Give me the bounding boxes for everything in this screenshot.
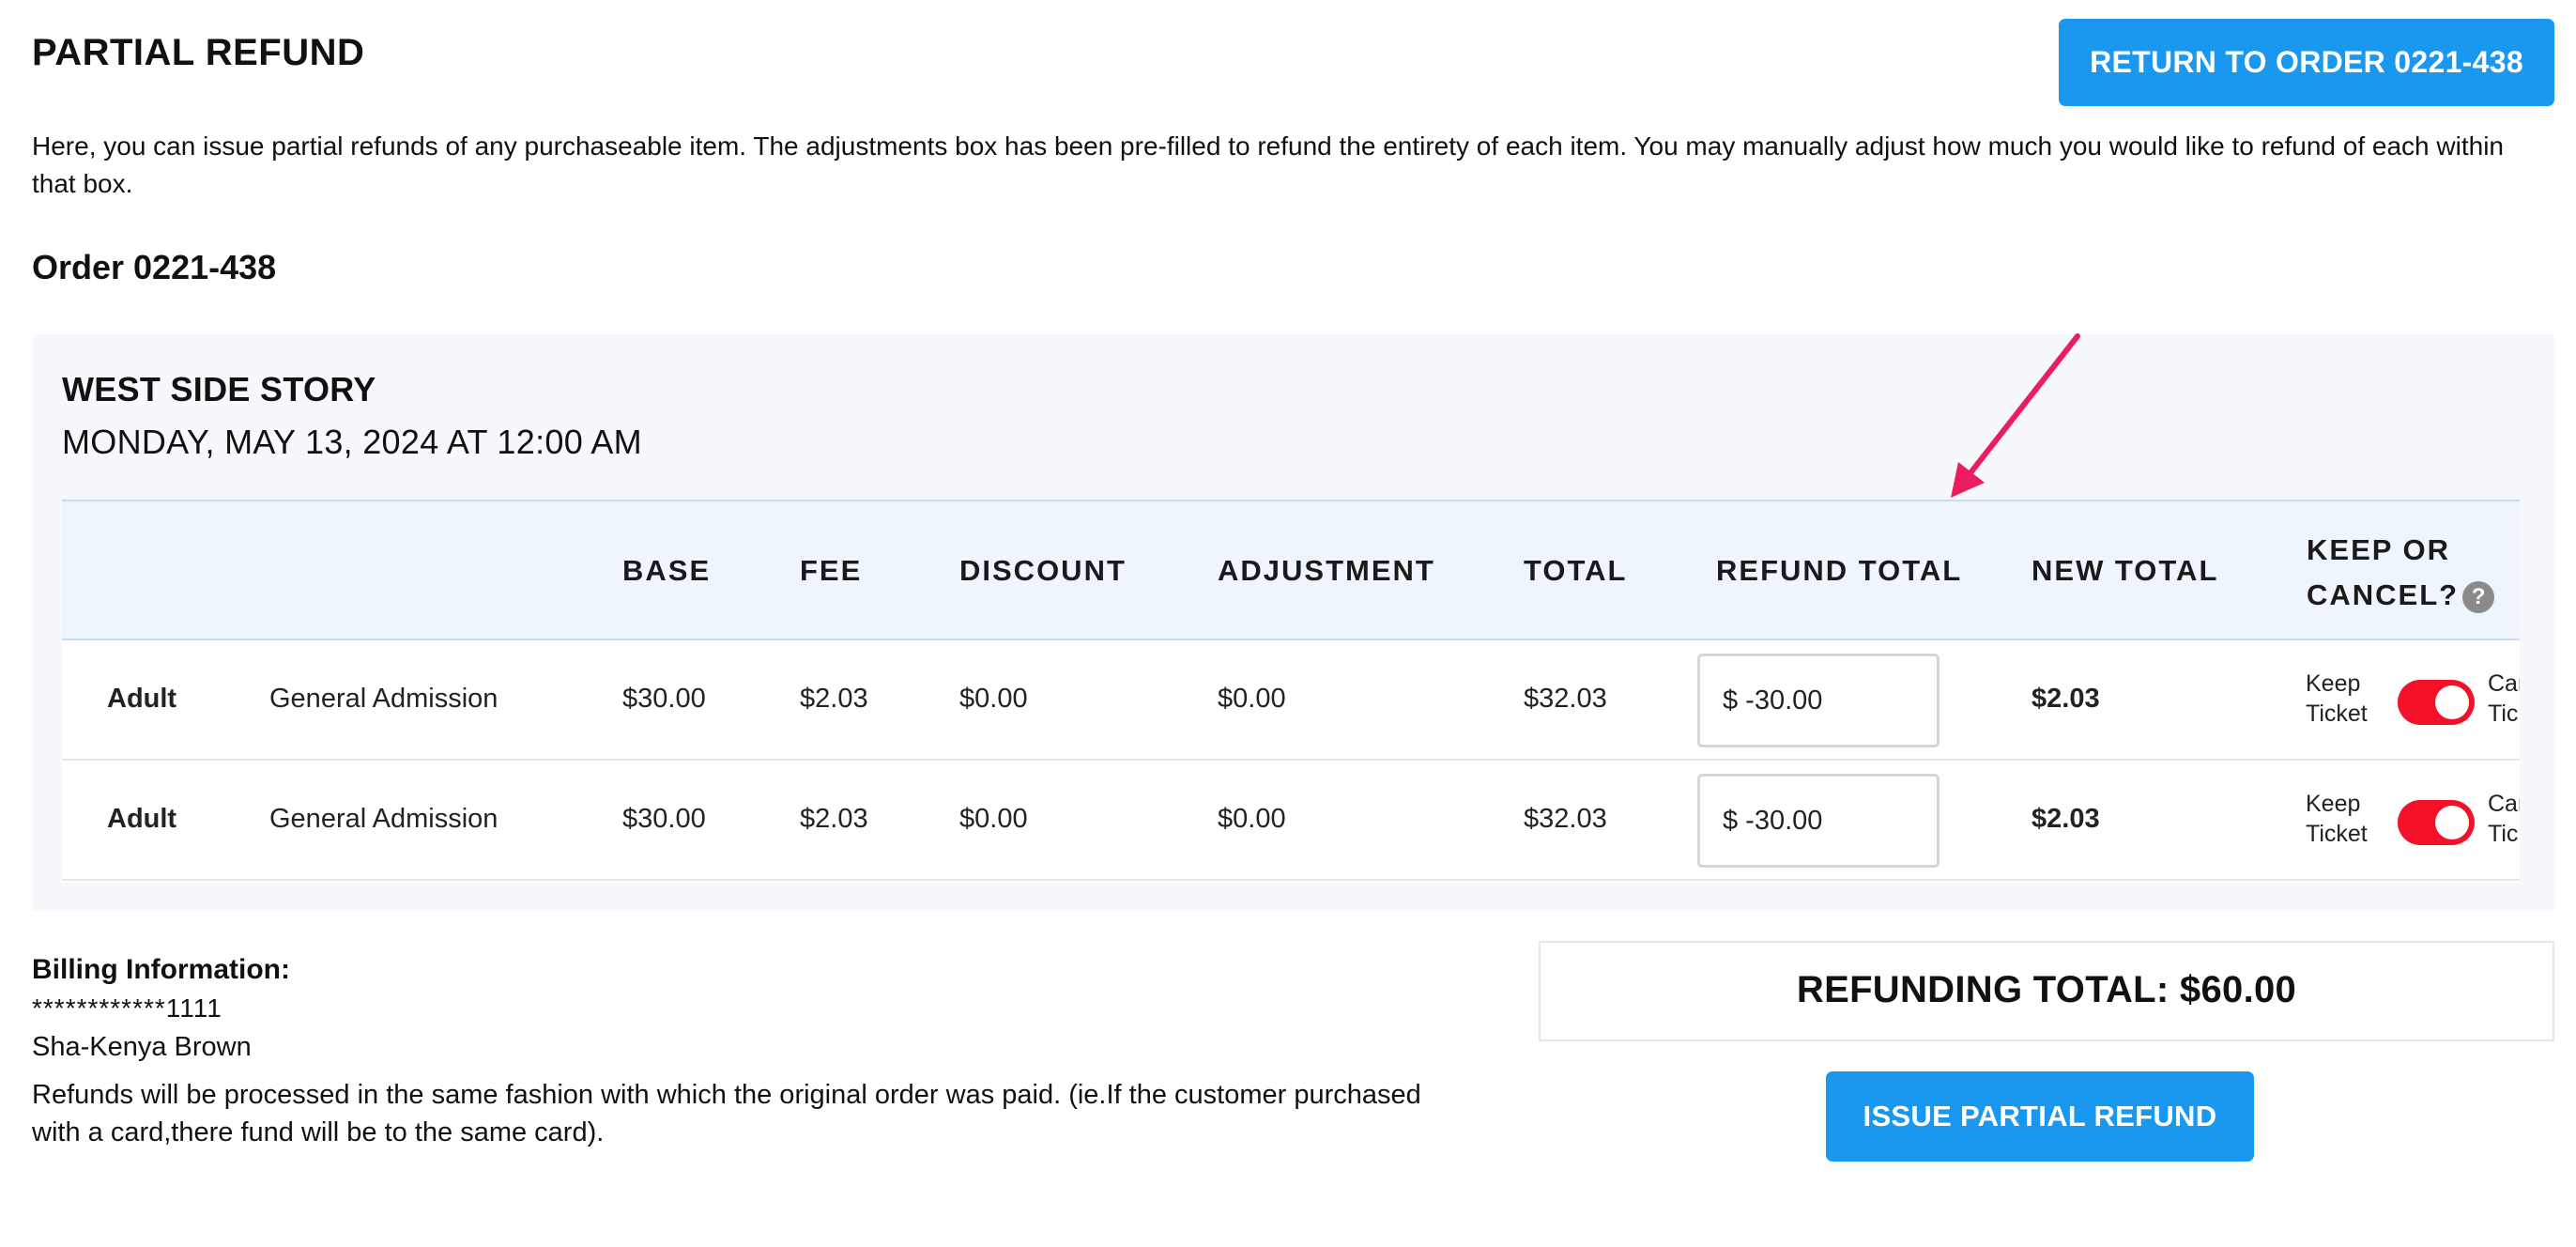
adjustment-value: $0.00 — [1218, 684, 1286, 714]
header-keep-or-cancel-line1: KEEP OR — [2307, 533, 2450, 566]
cancel-ticket-line1: Cancel — [2488, 670, 2520, 697]
ticket-section: General Admission — [269, 684, 498, 714]
header-adjustment: ADJUSTMENT — [1218, 554, 1435, 587]
keep-cancel-toggle[interactable] — [2398, 800, 2475, 845]
keep-ticket-line2: Ticket — [2306, 821, 2368, 847]
billing-name: Sha-Kenya Brown — [32, 1032, 252, 1062]
header-keep-or-cancel-line2-wrap: CANCEL?? — [2307, 573, 2495, 618]
event-date: MONDAY, MAY 13, 2024 AT 12:00 AM — [62, 423, 642, 461]
toggle-knob — [2435, 685, 2469, 719]
new-total-value: $2.03 — [2032, 684, 2100, 714]
return-to-order-button[interactable]: RETURN TO ORDER 0221-438 — [2059, 19, 2554, 106]
refund-total-input[interactable] — [1697, 654, 1940, 747]
keep-ticket-line1: Keep — [2306, 791, 2361, 817]
base-value: $30.00 — [622, 804, 706, 834]
header-keep-or-cancel: KEEP OR CANCEL?? — [2307, 528, 2495, 618]
cancel-ticket-label: Cancel Ticket — [2488, 669, 2520, 729]
arrow-annotation-icon — [1951, 333, 2080, 498]
keep-ticket-label: Keep Ticket — [2306, 669, 2368, 729]
cancel-ticket-line2: Ticket — [2488, 700, 2520, 727]
intro-text: Here, you can issue partial refunds of a… — [32, 131, 2504, 198]
header-new-total: NEW TOTAL — [2032, 554, 2219, 587]
table-row: Adult General Admission $30.00 $2.03 $0.… — [62, 640, 2520, 761]
ticket-type: Adult — [107, 684, 177, 714]
discount-value: $0.00 — [959, 804, 1028, 834]
header-total: TOTAL — [1524, 554, 1628, 587]
discount-value: $0.00 — [959, 684, 1028, 714]
refund-total-input[interactable] — [1697, 774, 1940, 868]
billing-note: Refunds will be processed in the same fa… — [32, 1080, 1421, 1147]
cancel-ticket-label: Cancel Ticket — [2488, 789, 2520, 849]
keep-ticket-label: Keep Ticket — [2306, 789, 2368, 849]
header-base: BASE — [622, 554, 712, 587]
refunding-total: REFUNDING TOTAL: $60.00 — [1796, 969, 2297, 1010]
keep-cancel-toggle[interactable] — [2398, 680, 2475, 725]
keep-ticket-line1: Keep — [2306, 670, 2361, 697]
refunding-total-box: REFUNDING TOTAL: $60.00 — [1539, 941, 2554, 1041]
billing-title: Billing Information: — [32, 954, 290, 985]
header-keep-or-cancel-line2: CANCEL? — [2307, 578, 2460, 611]
page-title: PARTIAL REFUND — [32, 32, 365, 73]
fee-value: $2.03 — [800, 804, 868, 834]
cancel-ticket-line1: Cancel — [2488, 791, 2520, 817]
adjustment-value: $0.00 — [1218, 804, 1286, 834]
total-value: $32.03 — [1524, 804, 1607, 834]
toggle-knob — [2435, 806, 2469, 839]
total-value: $32.03 — [1524, 684, 1607, 714]
table-row: Adult General Admission $30.00 $2.03 $0.… — [62, 761, 2520, 881]
ticket-type: Adult — [107, 804, 177, 834]
keep-ticket-line2: Ticket — [2306, 700, 2368, 727]
event-name: WEST SIDE STORY — [62, 370, 376, 408]
event-card: WEST SIDE STORY MONDAY, MAY 13, 2024 AT … — [32, 334, 2554, 911]
header-discount: DISCOUNT — [959, 554, 1127, 587]
issue-partial-refund-button[interactable]: ISSUE PARTIAL REFUND — [1826, 1071, 2254, 1162]
billing-card-number: ************1111 — [32, 993, 222, 1023]
refund-table: BASE FEE DISCOUNT ADJUSTMENT TOTAL REFUN… — [62, 500, 2520, 883]
partial-refund-page: PARTIAL REFUND RETURN TO ORDER 0221-438 … — [0, 0, 2576, 1247]
cancel-ticket-line2: Ticket — [2488, 821, 2520, 847]
fee-value: $2.03 — [800, 684, 868, 714]
ticket-section: General Admission — [269, 804, 498, 834]
base-value: $30.00 — [622, 684, 706, 714]
header-refund-total: REFUND TOTAL — [1716, 554, 1963, 587]
new-total-value: $2.03 — [2032, 804, 2100, 834]
table-header: BASE FEE DISCOUNT ADJUSTMENT TOTAL REFUN… — [62, 501, 2520, 640]
header-fee: FEE — [800, 554, 863, 587]
question-circle-icon[interactable]: ? — [2462, 580, 2495, 613]
order-title: Order 0221-438 — [32, 248, 277, 286]
